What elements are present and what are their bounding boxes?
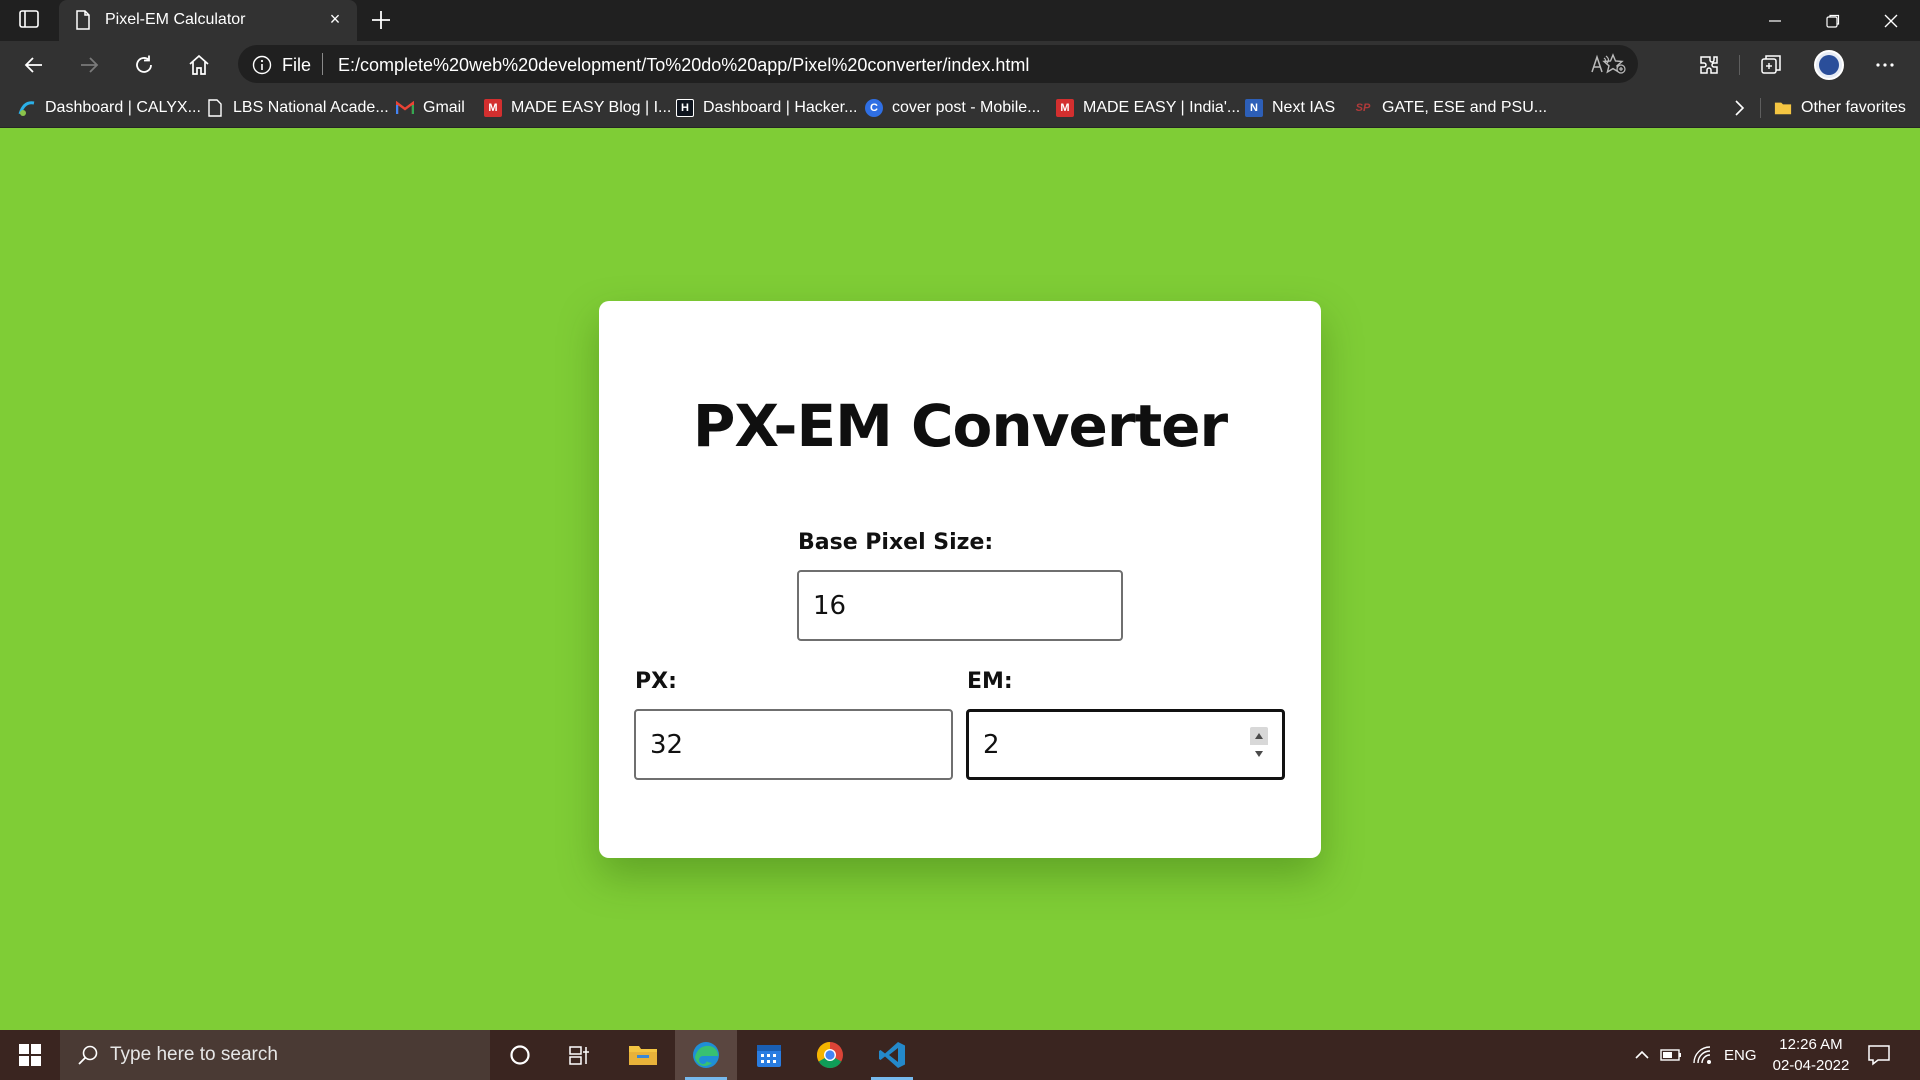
favorite-item[interactable]: Gmail (396, 97, 465, 119)
favorite-label: Next IAS (1272, 99, 1336, 116)
spin-down-icon[interactable] (1250, 745, 1268, 763)
scheme-label: File (282, 55, 312, 75)
battery-icon[interactable] (1660, 1030, 1682, 1080)
page-icon (75, 10, 91, 35)
address-divider (322, 53, 323, 75)
spin-up-icon[interactable] (1250, 727, 1268, 745)
home-icon[interactable] (183, 49, 215, 81)
tab-title: Pixel-EM Calculator (105, 11, 246, 28)
chevron-right-icon[interactable] (1729, 97, 1749, 119)
notification-icon[interactable] (1866, 1042, 1892, 1068)
em-spinner[interactable] (1250, 727, 1268, 763)
url-text[interactable]: E:/complete%20web%20development/To%20do%… (338, 55, 1029, 76)
minimize-icon[interactable] (1746, 0, 1804, 41)
favorite-item[interactable]: N Next IAS (1245, 97, 1335, 119)
favorite-item[interactable]: M MADE EASY | India'... (1056, 97, 1240, 119)
favorite-label: LBS National Acade... (233, 99, 389, 116)
favorite-label: MADE EASY Blog | I... (511, 99, 672, 116)
profile-avatar[interactable] (1814, 50, 1844, 80)
more-options-icon[interactable] (1870, 50, 1900, 80)
system-clock[interactable]: 12:26 AM 02-04-2022 (1766, 1034, 1856, 1076)
px-input[interactable] (634, 709, 953, 780)
cortana-icon[interactable] (489, 1030, 551, 1080)
clock-date: 02-04-2022 (1772, 1057, 1850, 1074)
clock-time: 12:26 AM (1779, 1036, 1843, 1053)
favorites-divider (1760, 98, 1761, 118)
favorite-label: cover post - Mobile... (892, 99, 1041, 116)
extensions-icon[interactable] (1694, 50, 1724, 80)
language-indicator[interactable]: ENG (1724, 1030, 1757, 1080)
close-tab-icon[interactable]: × (327, 10, 343, 28)
restore-icon[interactable] (1804, 0, 1862, 41)
canva-icon: C (865, 99, 883, 117)
favorite-label: Gmail (423, 99, 465, 116)
base-pixel-label: Base Pixel Size: (798, 530, 994, 555)
page-content: PX-EM Converter Base Pixel Size: PX: EM: (0, 128, 1920, 1030)
converter-card: PX-EM Converter Base Pixel Size: PX: EM: (599, 301, 1321, 858)
windows-taskbar: Type here to search ENG 12:26 AM 02-04-2… (0, 1030, 1920, 1080)
profile-picture (1819, 55, 1839, 75)
back-arrow-icon[interactable] (18, 49, 50, 81)
forward-arrow-icon[interactable] (73, 49, 105, 81)
tab-actions-icon[interactable] (18, 9, 42, 31)
calendar-icon[interactable] (738, 1030, 800, 1080)
other-favorites-label: Other favorites (1801, 99, 1906, 116)
toolbar-divider (1739, 55, 1740, 75)
favorite-item[interactable]: SP GATE, ESE and PSU... (1353, 97, 1547, 119)
new-tab-icon[interactable] (367, 6, 395, 34)
favorites-bar: Dashboard | CALYX... LBS National Acade.… (0, 87, 1920, 128)
wifi-icon[interactable] (1692, 1030, 1714, 1080)
file-explorer-icon[interactable] (612, 1030, 674, 1080)
search-placeholder: Type here to search (110, 1044, 278, 1065)
windows-start-icon[interactable] (0, 1030, 60, 1080)
other-favorites[interactable]: Other favorites (1774, 97, 1906, 119)
sp-icon: SP (1355, 102, 1371, 114)
favorite-label: MADE EASY | India'... (1083, 99, 1241, 116)
task-view-icon[interactable] (549, 1030, 611, 1080)
window-controls (1746, 0, 1920, 41)
hackerrank-icon: H (676, 99, 694, 117)
page-title: PX-EM Converter (692, 392, 1228, 460)
favorite-item[interactable]: LBS National Acade... (206, 97, 389, 119)
favorite-item[interactable]: H Dashboard | Hacker... (676, 97, 857, 119)
add-favorite-star-icon[interactable] (1602, 53, 1626, 80)
base-pixel-input[interactable] (797, 570, 1123, 641)
taskbar-search[interactable]: Type here to search (60, 1030, 490, 1080)
favorite-item[interactable]: M MADE EASY Blog | I... (484, 97, 671, 119)
em-input[interactable] (966, 709, 1285, 780)
gmail-icon (396, 99, 414, 117)
favorite-label: Dashboard | Hacker... (703, 99, 858, 116)
made-easy-icon: M (484, 99, 502, 117)
collections-icon[interactable] (1756, 50, 1786, 80)
vscode-icon[interactable] (861, 1030, 923, 1080)
em-label: EM: (967, 669, 1013, 694)
refresh-icon[interactable] (128, 49, 160, 81)
close-window-icon[interactable] (1862, 0, 1920, 41)
favorite-label: GATE, ESE and PSU... (1382, 99, 1548, 116)
px-label: PX: (635, 669, 677, 694)
info-icon[interactable] (252, 55, 272, 80)
calyx-icon (18, 99, 36, 117)
made-easy-icon: M (1056, 99, 1074, 117)
favorite-label: Dashboard | CALYX... (45, 99, 201, 116)
edge-icon[interactable] (675, 1030, 737, 1080)
browser-toolbar: File E:/complete%20web%20development/To%… (0, 41, 1920, 87)
search-icon (76, 1043, 100, 1072)
folder-icon (1774, 99, 1792, 117)
next-ias-icon: N (1245, 99, 1263, 117)
favorite-item[interactable]: Dashboard | CALYX... (18, 97, 201, 119)
address-bar[interactable]: File E:/complete%20web%20development/To%… (238, 45, 1638, 83)
browser-tab-active[interactable]: Pixel-EM Calculator × (59, 0, 357, 41)
chrome-icon[interactable] (799, 1030, 861, 1080)
show-hidden-icons-icon[interactable] (1633, 1030, 1651, 1080)
favorite-item[interactable]: C cover post - Mobile... (865, 97, 1041, 119)
browser-titlebar: Pixel-EM Calculator × (0, 0, 1920, 41)
page-icon (206, 99, 224, 117)
